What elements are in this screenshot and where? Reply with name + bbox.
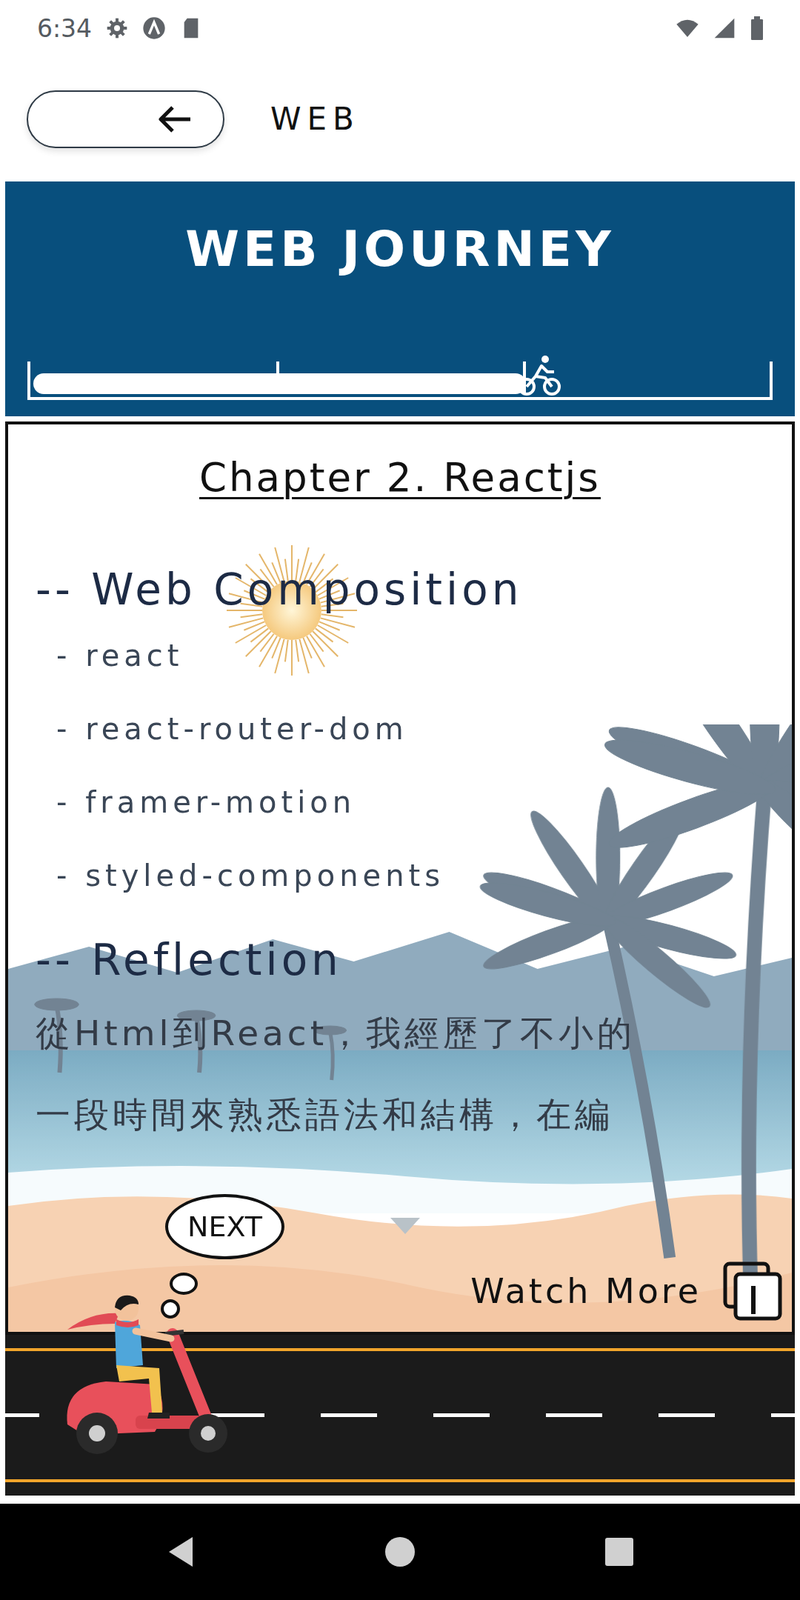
a-badge-icon [142,16,166,40]
back-button[interactable] [26,90,225,149]
chapter-section: -- Web Composition- react- react-router-… [35,560,792,913]
chapter-card: Chapter 2. Reactjs-- Web Composition- re… [5,421,795,1335]
progress-fill [33,373,526,395]
page-title: WEB [270,100,360,138]
journey-progress [27,361,773,400]
wifi-icon [675,16,700,40]
sd-card-icon [179,16,203,40]
chapter-content: Chapter 2. Reactjs-- Web Composition- re… [8,424,792,1156]
chapter-section: -- Reflection從Html到React，我經歷了不小的一段時間來熟悉語… [35,930,792,1156]
nav-back-icon[interactable] [158,1529,203,1575]
package-item: - framer-motion [35,765,792,840]
reflection-line: 從Html到React，我經歷了不小的 [35,992,792,1075]
signal-icon [712,16,737,40]
watch-more-link[interactable]: Watch More [470,1271,702,1312]
package-item: - react-router-dom [35,692,792,766]
banner-title: WEB JOURNEY [22,220,778,280]
status-time: 6:34 [37,14,92,43]
road-edge-line [5,1479,795,1483]
reflection-text: 從Html到React，我經歷了不小的一段時間來熟悉語法和結構，在編 [35,992,792,1156]
gear-icon [105,16,129,40]
scroll-down-icon[interactable] [390,1217,420,1236]
back-arrow-icon [156,104,194,135]
top-bar: WEB [0,56,800,182]
status-bar: 6:34 [0,0,800,57]
system-nav-bar [0,1503,800,1600]
copy-pages-icon[interactable] [722,1260,783,1322]
cyclist-icon [517,354,562,396]
nav-recents-icon[interactable] [597,1529,642,1575]
scooter-rider-icon [61,1291,232,1456]
journey-banner: WEB JOURNEY [5,181,795,417]
nav-home-icon[interactable] [377,1529,423,1575]
thought-dot [160,1299,180,1319]
package-item: - styled-components [35,839,792,913]
section-heading: -- Web Composition [35,560,792,620]
reflection-line: 一段時間來熟悉語法和結構，在編 [35,1074,792,1156]
package-item: - react [35,619,792,693]
page: 6:34 WEB WEB JOURNEY Chapter 2. Reactjs -- W… [0,0,800,1600]
battery-icon [749,16,765,40]
section-heading: -- Reflection [35,930,792,990]
next-button[interactable]: NEXT [165,1194,285,1260]
thought-dot [169,1272,198,1295]
chapter-title: Chapter 2. Reactjs [35,451,792,505]
